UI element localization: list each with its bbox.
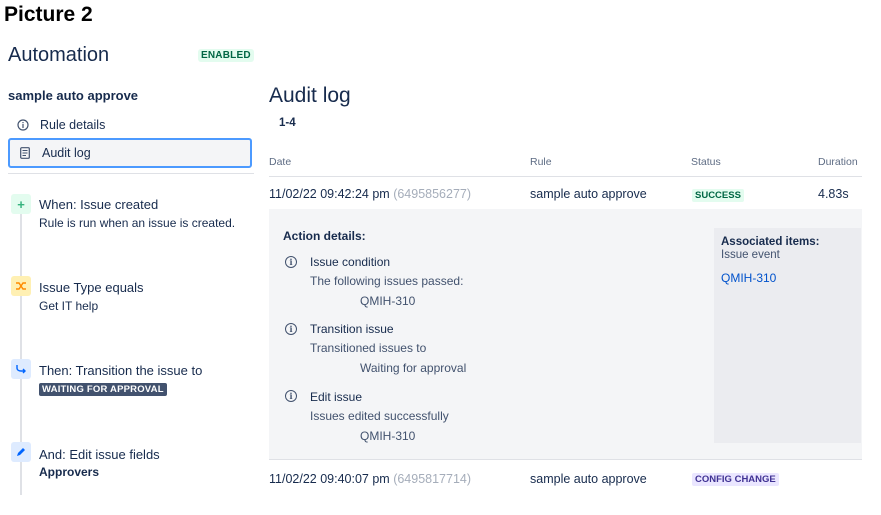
nav-audit-log[interactable]: Audit log — [8, 138, 252, 168]
row-rule: sample auto approve — [530, 472, 647, 486]
associated-items-subtitle: Issue event — [721, 249, 780, 261]
action-details-label: Action details: — [283, 229, 366, 243]
column-date[interactable]: Date — [269, 156, 291, 168]
step-edit-field: Approvers — [39, 465, 100, 479]
action-value: QMIH-310 — [360, 429, 416, 443]
column-rule[interactable]: Rule — [530, 156, 552, 168]
app-title: Automation — [8, 44, 110, 66]
associated-items-title: Associated items: — [721, 236, 820, 248]
plus-icon: + — [11, 194, 31, 214]
enabled-badge: ENABLED — [198, 49, 254, 62]
sidebar-divider — [8, 173, 254, 174]
table-row[interactable]: 11/02/22 09:42:24 pm (6495856277) — [269, 187, 471, 201]
action-description: Transitioned issues to — [310, 341, 427, 355]
row-duration: 4.83s — [818, 187, 849, 201]
action-title: Transition issue — [310, 322, 394, 336]
issue-link[interactable]: QMIH-310 — [721, 271, 776, 285]
step-trigger-subtitle: Rule is run when an issue is created. — [39, 216, 236, 230]
step-condition-title[interactable]: Issue Type equals — [39, 280, 144, 295]
step-trigger-title[interactable]: When: Issue created — [39, 197, 158, 212]
action-value: Waiting for approval — [360, 361, 467, 375]
status-badge: SUCCESS — [692, 189, 744, 202]
status-badge: CONFIG CHANGE — [692, 473, 779, 486]
action-description: Issues edited successfully — [310, 409, 449, 423]
action-title: Issue condition — [310, 255, 391, 269]
column-duration[interactable]: Duration — [818, 156, 858, 168]
step-condition-subtitle: Get IT help — [39, 299, 99, 313]
transition-icon — [11, 359, 31, 379]
row-divider — [269, 459, 862, 460]
row-date: 11/02/22 09:42:24 pm — [269, 187, 390, 201]
info-icon: i — [285, 390, 297, 402]
info-icon: i — [285, 323, 297, 335]
rule-name: sample auto approve — [8, 88, 139, 103]
action-title: Edit issue — [310, 390, 363, 404]
nav-rule-details-label: Rule details — [40, 117, 106, 132]
result-range: 1-4 — [279, 117, 296, 129]
row-execution-id: (6495817714) — [393, 472, 472, 486]
status-lozenge: WAITING FOR APPROVAL — [39, 383, 167, 396]
nav-rule-details[interactable]: Rule details — [8, 111, 252, 138]
info-icon — [16, 118, 30, 131]
column-status[interactable]: Status — [691, 156, 721, 168]
action-description: The following issues passed: — [310, 274, 464, 288]
row-date: 11/02/22 09:40:07 pm — [269, 472, 390, 486]
pencil-icon — [11, 442, 31, 462]
shuffle-icon — [11, 276, 31, 296]
row-rule: sample auto approve — [530, 187, 647, 201]
step-edit-title[interactable]: And: Edit issue fields — [39, 447, 160, 462]
table-row[interactable]: 11/02/22 09:40:07 pm (6495817714) — [269, 472, 471, 486]
step-action-title[interactable]: Then: Transition the issue to — [39, 363, 202, 378]
page-title: Audit log — [269, 84, 351, 107]
action-value: QMIH-310 — [360, 294, 416, 308]
row-execution-id: (6495856277) — [393, 187, 472, 201]
header-divider — [269, 176, 862, 177]
document-icon — [18, 147, 32, 159]
nav-audit-log-label: Audit log — [42, 146, 91, 160]
info-icon: i — [285, 256, 297, 268]
picture-caption: Picture 2 — [4, 3, 93, 26]
